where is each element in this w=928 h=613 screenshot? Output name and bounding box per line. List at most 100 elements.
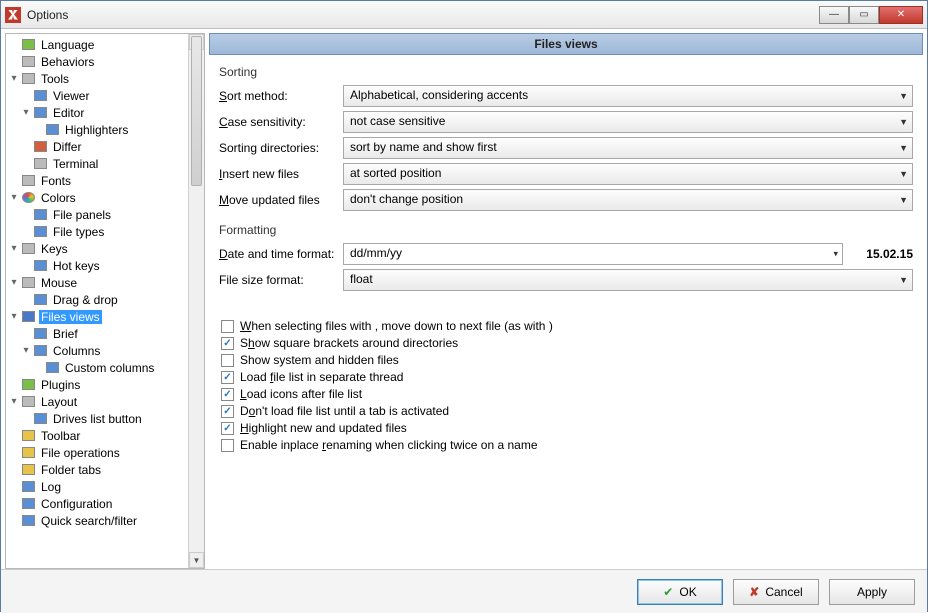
- tree-item[interactable]: Terminal: [8, 155, 204, 172]
- tree-twisty[interactable]: ▾: [8, 192, 20, 203]
- tree-item-label: Files views: [39, 310, 102, 324]
- tree-item-icon: [32, 259, 48, 273]
- tree-twisty[interactable]: ▾: [20, 345, 32, 356]
- tree-twisty[interactable]: ▾: [8, 277, 20, 288]
- tree-item-icon: [32, 225, 48, 239]
- checkbox[interactable]: [221, 405, 234, 418]
- category-tree[interactable]: LanguageBehaviors▾ToolsViewer▾EditorHigh…: [5, 33, 205, 569]
- tree-item[interactable]: ▾Tools: [8, 70, 204, 87]
- option-checkbox-row[interactable]: Load icons after file list: [221, 387, 913, 401]
- tree-item-label: Mouse: [39, 276, 79, 290]
- tree-item[interactable]: ▾ Mouse: [8, 274, 204, 291]
- minimize-button[interactable]: —: [819, 6, 849, 24]
- tree-item[interactable]: Behaviors: [8, 53, 204, 70]
- sorting-directories-select[interactable]: sort by name and show first▼: [343, 137, 913, 159]
- scroll-down-icon[interactable]: ▼: [189, 552, 204, 568]
- scroll-thumb[interactable]: [191, 36, 202, 186]
- tree-item-icon: [20, 72, 36, 86]
- x-icon: ✘: [749, 585, 759, 599]
- sorting-directories-label: Sorting directories:: [219, 141, 343, 155]
- tree-item[interactable]: Highlighters: [8, 121, 204, 138]
- tree-item-label: File types: [51, 225, 106, 239]
- tree-item[interactable]: Plugins: [8, 376, 204, 393]
- chevron-down-icon: ▾: [833, 249, 838, 260]
- checkbox[interactable]: [221, 354, 234, 367]
- file-size-format-select[interactable]: float▼: [343, 269, 913, 291]
- tree-twisty[interactable]: ▾: [8, 396, 20, 407]
- tree-item[interactable]: Toolbar: [8, 427, 204, 444]
- tree-item[interactable]: Viewer: [8, 87, 204, 104]
- tree-item-label: Fonts: [39, 174, 73, 188]
- tree-item[interactable]: Drag & drop: [8, 291, 204, 308]
- tree-item-icon: [20, 463, 36, 477]
- maximize-button[interactable]: ▭: [849, 6, 879, 24]
- tree-item[interactable]: Log: [8, 478, 204, 495]
- tree-item-icon: [20, 497, 36, 511]
- app-icon: [5, 7, 21, 23]
- tree-item[interactable]: ▾Layout: [8, 393, 204, 410]
- tree-item[interactable]: Custom columns: [8, 359, 204, 376]
- move-updated-files-select[interactable]: don't change position▼: [343, 189, 913, 211]
- option-checkbox-row[interactable]: Highlight new and updated files: [221, 421, 913, 435]
- tree-item[interactable]: ▾Editor: [8, 104, 204, 121]
- option-checkbox-row[interactable]: When selecting files with , move down to…: [221, 319, 913, 333]
- checkbox[interactable]: [221, 337, 234, 350]
- tree-item[interactable]: ▾ Files views: [8, 308, 204, 325]
- tree-item[interactable]: ▾ Keys: [8, 240, 204, 257]
- tree-scrollbar[interactable]: ▲ ▼: [188, 34, 204, 568]
- tree-item-icon: [20, 514, 36, 528]
- tree-item-icon: [20, 242, 36, 256]
- tree-item[interactable]: File operations: [8, 444, 204, 461]
- apply-button[interactable]: Apply: [829, 579, 915, 605]
- checkbox[interactable]: [221, 388, 234, 401]
- option-checkbox-row[interactable]: Load file list in separate thread: [221, 370, 913, 384]
- sort-method-select[interactable]: Alphabetical, considering accents▼: [343, 85, 913, 107]
- tree-item[interactable]: Language: [8, 36, 204, 53]
- tree-twisty[interactable]: ▾: [8, 311, 20, 322]
- tree-item[interactable]: Hot keys: [8, 257, 204, 274]
- option-checkbox-row[interactable]: Don't load file list until a tab is acti…: [221, 404, 913, 418]
- page-header: Files views: [209, 33, 923, 55]
- tree-item[interactable]: Configuration: [8, 495, 204, 512]
- checkbox-label: Don't load file list until a tab is acti…: [240, 404, 449, 418]
- checkbox[interactable]: [221, 371, 234, 384]
- tree-item-label: Keys: [39, 242, 70, 256]
- tree-item-label: Hot keys: [51, 259, 102, 273]
- chevron-down-icon: ▼: [899, 91, 908, 101]
- tree-item-icon: [20, 395, 36, 409]
- cancel-button[interactable]: ✘Cancel: [733, 579, 819, 605]
- tree-item-icon: [32, 208, 48, 222]
- date-format-input[interactable]: dd/mm/yy▾: [343, 243, 843, 265]
- checkbox[interactable]: [221, 320, 234, 333]
- option-checkbox-row[interactable]: Show system and hidden files: [221, 353, 913, 367]
- tree-item[interactable]: Quick search/filter: [8, 512, 204, 529]
- tree-twisty[interactable]: ▾: [8, 243, 20, 254]
- tree-item[interactable]: Folder tabs: [8, 461, 204, 478]
- tree-twisty[interactable]: ▾: [8, 73, 20, 84]
- tree-item[interactable]: Differ: [8, 138, 204, 155]
- tree-item[interactable]: ▾Columns: [8, 342, 204, 359]
- tree-item-icon: [20, 38, 36, 52]
- tree-item[interactable]: Drives list button: [8, 410, 204, 427]
- sorting-group-title: Sorting: [219, 65, 913, 79]
- tree-item[interactable]: Brief: [8, 325, 204, 342]
- ok-button[interactable]: ✔OK: [637, 579, 723, 605]
- tree-item[interactable]: File panels: [8, 206, 204, 223]
- tree-item[interactable]: ▾Colors: [8, 189, 204, 206]
- tree-item-label: File panels: [51, 208, 113, 222]
- tree-item-icon: [20, 174, 36, 188]
- case-sensitivity-select[interactable]: not case sensitive▼: [343, 111, 913, 133]
- tree-item[interactable]: File types: [8, 223, 204, 240]
- close-button[interactable]: ✕: [879, 6, 923, 24]
- option-checkbox-row[interactable]: Show square brackets around directories: [221, 336, 913, 350]
- checkbox[interactable]: [221, 422, 234, 435]
- tree-item-label: Folder tabs: [39, 463, 103, 477]
- checkbox-label: Show system and hidden files: [240, 353, 399, 367]
- option-checkbox-row[interactable]: Enable inplace renaming when clicking tw…: [221, 438, 913, 452]
- case-sensitivity-label: Case sensitivity:: [219, 115, 343, 129]
- sort-method-label: Sort method:: [219, 89, 343, 103]
- insert-new-files-select[interactable]: at sorted position▼: [343, 163, 913, 185]
- tree-twisty[interactable]: ▾: [20, 107, 32, 118]
- checkbox[interactable]: [221, 439, 234, 452]
- tree-item[interactable]: Fonts: [8, 172, 204, 189]
